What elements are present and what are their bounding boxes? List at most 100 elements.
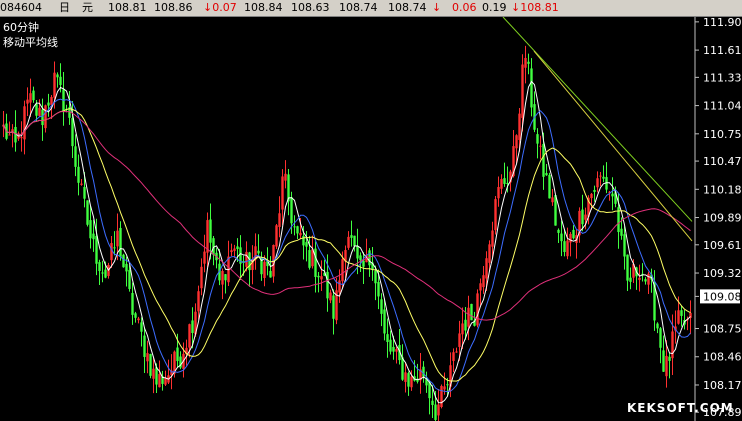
quote-low: 108.84	[244, 1, 283, 14]
candle-body	[140, 322, 143, 332]
quote-period: 日	[59, 1, 70, 14]
candle-body	[137, 318, 140, 321]
candle-body	[146, 353, 149, 362]
candle-body	[542, 144, 545, 177]
candle-body	[488, 244, 491, 263]
candle-body	[125, 263, 128, 272]
quote-v3: 108.74	[388, 1, 427, 14]
quote-v2: 108.74	[339, 1, 378, 14]
candle-body	[77, 166, 80, 183]
candle-body	[263, 261, 266, 278]
candle-body	[374, 270, 377, 284]
candle-body	[671, 331, 674, 359]
candle-body	[359, 255, 362, 261]
candle-body	[332, 295, 335, 319]
candle-body	[158, 374, 161, 388]
candle-body	[677, 310, 680, 324]
candle-body	[293, 226, 296, 228]
candle-body	[383, 309, 386, 334]
quote-change2: 0.06	[452, 1, 477, 14]
candle-body	[47, 102, 50, 106]
candle-body	[56, 74, 59, 78]
candle-body	[401, 357, 404, 380]
quote-arrow: ↓	[432, 1, 442, 14]
quote-code: 084604	[0, 1, 42, 14]
candle-body	[296, 226, 299, 234]
candle-body	[446, 384, 449, 386]
candle-body	[410, 376, 413, 388]
candle-body	[350, 235, 353, 238]
candle-body	[29, 93, 32, 103]
candle-body	[434, 404, 437, 420]
candle-body	[248, 252, 251, 271]
candle-body	[611, 193, 614, 197]
ma-5-line	[3, 80, 691, 404]
candle-body	[584, 214, 587, 220]
candle-body	[458, 333, 461, 347]
candle-body	[131, 292, 134, 315]
candle-body	[536, 134, 539, 144]
candle-body	[626, 254, 629, 281]
quote-bar: 084604 日 元 108.81 108.86 ↓0.07 108.84 10…	[0, 0, 742, 17]
candle-body	[356, 246, 359, 259]
candle-body	[206, 220, 209, 253]
candle-body	[407, 373, 410, 387]
candle-body	[119, 227, 122, 257]
quote-v4: 0.19	[482, 1, 507, 14]
y-tick-label: 108.17	[703, 379, 742, 392]
candle-body	[500, 179, 503, 189]
candle-body	[245, 251, 248, 267]
candle-body	[95, 235, 98, 264]
candle-body	[305, 242, 308, 247]
y-tick-label: 110.18	[703, 183, 742, 196]
candle-body	[41, 109, 44, 126]
candle-body	[59, 76, 62, 85]
quote-unit: 元	[82, 1, 93, 14]
candle-body	[452, 352, 455, 361]
candle-body	[287, 174, 290, 202]
candle-body	[506, 182, 509, 184]
candle-body	[470, 303, 473, 321]
candle-body	[191, 320, 194, 334]
candle-body	[233, 248, 236, 251]
candle-body	[659, 328, 662, 348]
y-tick-label: 110.47	[703, 155, 742, 168]
candle-body	[71, 118, 74, 147]
chart-labels: 60分钟 移动平均线	[3, 20, 58, 50]
y-tick-label: 108.75	[703, 323, 742, 336]
candle-body	[461, 323, 464, 335]
candle-body	[257, 250, 260, 254]
candle-body	[155, 367, 158, 385]
candle-body	[503, 178, 506, 184]
candle-body	[422, 366, 425, 377]
current-price-label: 109.08	[703, 290, 742, 303]
candle-body	[563, 241, 566, 253]
candle-body	[308, 250, 311, 268]
candle-body	[26, 99, 29, 104]
candle-body	[485, 258, 488, 279]
candle-body	[326, 271, 329, 299]
candle-body	[314, 248, 317, 277]
candle-body	[497, 186, 500, 199]
candle-body	[236, 246, 239, 249]
candle-body	[656, 323, 659, 329]
candle-body	[548, 174, 551, 199]
candle-body	[23, 106, 26, 140]
candle-body	[44, 105, 47, 129]
y-tick-label: 111.04	[703, 100, 742, 113]
y-tick-label: 108.46	[703, 351, 742, 364]
candle-body	[143, 335, 146, 357]
quote-high: 108.86	[154, 1, 193, 14]
candle-body	[443, 386, 446, 390]
candle-body	[431, 400, 434, 405]
moving-averages	[3, 80, 691, 404]
candle-body	[572, 229, 575, 239]
candle-body	[116, 230, 119, 247]
candle-body	[464, 319, 467, 331]
candle-body	[527, 61, 530, 64]
candle-body	[629, 277, 632, 282]
y-tick-label: 110.75	[703, 128, 742, 141]
candle-body	[74, 146, 77, 167]
y-tick-label: 111.61	[703, 44, 742, 57]
candle-series	[2, 45, 692, 421]
